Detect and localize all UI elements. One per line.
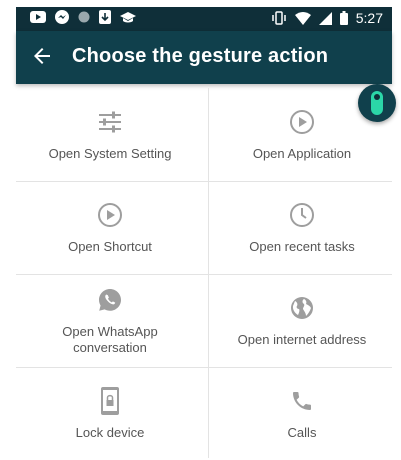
graduation-cap-icon	[120, 11, 136, 22]
action-open-whatsapp-conversation[interactable]: Open WhatsApp conversation	[16, 274, 204, 367]
action-label: Open internet address	[237, 331, 367, 347]
status-time: 5:27	[355, 10, 383, 26]
app-bar: Choose the gesture action	[16, 31, 392, 84]
action-label: Open System Setting	[48, 145, 172, 161]
whatsapp-icon	[96, 286, 124, 314]
status-bar-right: 5:27	[271, 10, 383, 26]
dot-icon	[78, 11, 90, 23]
action-label: Open Application	[252, 145, 352, 161]
play-circle-icon	[288, 108, 316, 136]
action-label: Open WhatsApp conversation	[62, 323, 158, 355]
action-open-system-setting[interactable]: Open System Setting	[16, 88, 204, 181]
wifi-icon	[294, 11, 311, 25]
status-bar: 5:27	[16, 7, 392, 31]
play-circle-icon	[96, 201, 124, 229]
signal-icon	[318, 11, 332, 25]
lock-device-icon	[96, 386, 124, 415]
toggle-icon	[371, 91, 383, 115]
globe-icon	[288, 294, 316, 322]
clock-icon	[288, 201, 316, 229]
action-open-recent-tasks[interactable]: Open recent tasks	[208, 181, 396, 274]
action-open-shortcut[interactable]: Open Shortcut	[16, 181, 204, 274]
action-lock-device[interactable]: Lock device	[16, 367, 204, 460]
youtube-icon	[30, 11, 46, 23]
phone-icon	[288, 387, 316, 415]
sliders-icon	[96, 108, 124, 136]
action-label: Open Shortcut	[68, 238, 152, 254]
gesture-action-grid: Open System Setting Open Application Ope…	[16, 88, 392, 458]
page-title: Choose the gesture action	[72, 45, 329, 67]
back-arrow-icon[interactable]	[30, 44, 54, 68]
battery-icon	[339, 11, 348, 25]
download-icon	[99, 10, 111, 24]
action-label: Open recent tasks	[249, 238, 355, 254]
action-label: Calls	[287, 424, 317, 440]
status-bar-left-icons	[30, 10, 136, 24]
floating-toggle-button[interactable]	[358, 84, 396, 122]
action-open-internet-address[interactable]: Open internet address	[208, 274, 396, 367]
messenger-icon	[55, 10, 69, 24]
action-calls[interactable]: Calls	[208, 367, 396, 460]
action-label: Lock device	[75, 424, 145, 440]
vibrate-icon	[272, 11, 286, 25]
